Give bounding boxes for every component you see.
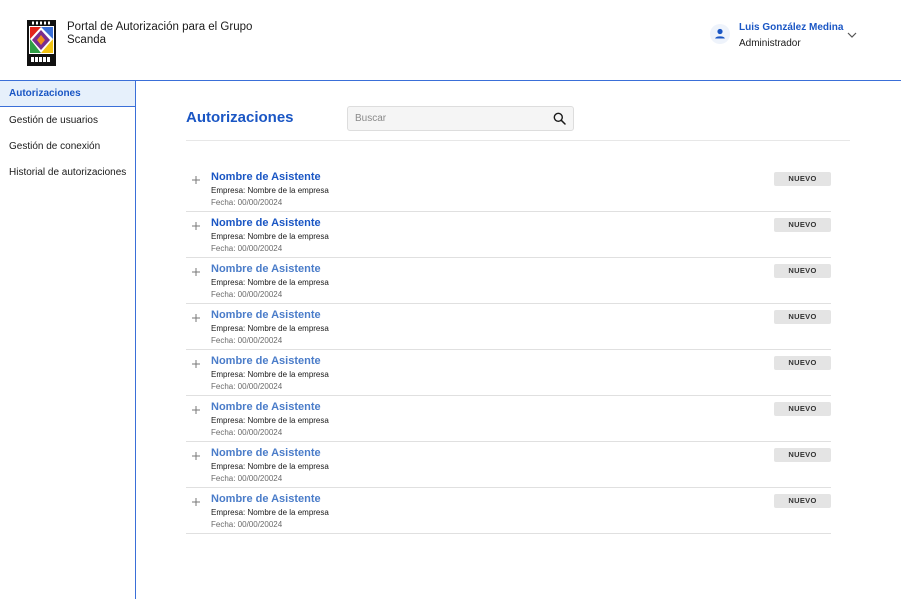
- portal-title: Portal de Autorización para el Grupo Sca…: [67, 21, 253, 46]
- user-role: Administrador: [739, 38, 801, 49]
- assistant-name[interactable]: Nombre de Asistente: [211, 263, 321, 275]
- request-date: Fecha: 00/00/20024: [211, 382, 283, 391]
- person-icon: [710, 24, 730, 44]
- status-badge: NUEVO: [774, 310, 831, 324]
- plus-icon[interactable]: [191, 313, 201, 323]
- assistant-name[interactable]: Nombre de Asistente: [211, 493, 321, 505]
- list-item: Nombre de Asistente Empresa: Nombre de l…: [186, 258, 831, 304]
- request-date: Fecha: 00/00/20024: [211, 428, 283, 437]
- company-name: Empresa: Nombre de la empresa: [211, 370, 329, 379]
- assistant-name[interactable]: Nombre de Asistente: [211, 401, 321, 413]
- status-badge: NUEVO: [774, 494, 831, 508]
- list-item: Nombre de Asistente Empresa: Nombre de l…: [186, 396, 831, 442]
- company-name: Empresa: Nombre de la empresa: [211, 324, 329, 333]
- status-badge: NUEVO: [774, 172, 831, 186]
- status-badge: NUEVO: [774, 448, 831, 462]
- search-input[interactable]: [355, 107, 545, 130]
- request-date: Fecha: 00/00/20024: [211, 290, 283, 299]
- assistant-name[interactable]: Nombre de Asistente: [211, 447, 321, 459]
- company-name: Empresa: Nombre de la empresa: [211, 508, 329, 517]
- plus-icon[interactable]: [191, 175, 201, 185]
- company-name: Empresa: Nombre de la empresa: [211, 278, 329, 287]
- sidebar-nav: Autorizaciones Gestión de usuarios Gesti…: [0, 81, 136, 599]
- page-title: Autorizaciones: [186, 109, 294, 126]
- plus-icon[interactable]: [191, 267, 201, 277]
- sidebar-item-historial[interactable]: Historial de autorizaciones: [0, 160, 135, 186]
- search-box: [347, 106, 574, 131]
- company-name: Empresa: Nombre de la empresa: [211, 462, 329, 471]
- assistant-name[interactable]: Nombre de Asistente: [211, 355, 321, 367]
- company-name: Empresa: Nombre de la empresa: [211, 232, 329, 241]
- assistant-name[interactable]: Nombre de Asistente: [211, 217, 321, 229]
- assistant-name[interactable]: Nombre de Asistente: [211, 309, 321, 321]
- authorization-list: Nombre de Asistente Empresa: Nombre de l…: [186, 166, 831, 534]
- assistant-name[interactable]: Nombre de Asistente: [211, 171, 321, 183]
- sidebar-item-gestion-conexion[interactable]: Gestión de conexión: [0, 134, 135, 160]
- request-date: Fecha: 00/00/20024: [211, 474, 283, 483]
- status-badge: NUEVO: [774, 264, 831, 278]
- status-badge: NUEVO: [774, 402, 831, 416]
- list-item: Nombre de Asistente Empresa: Nombre de l…: [186, 442, 831, 488]
- request-date: Fecha: 00/00/20024: [211, 244, 283, 253]
- sidebar-item-autorizaciones[interactable]: Autorizaciones: [0, 81, 135, 107]
- plus-icon[interactable]: [191, 451, 201, 461]
- user-name: Luis González Medina: [739, 22, 844, 33]
- chevron-down-icon[interactable]: [846, 29, 858, 41]
- app-header: Portal de Autorización para el Grupo Sca…: [0, 0, 901, 81]
- status-badge: NUEVO: [774, 356, 831, 370]
- plus-icon[interactable]: [191, 221, 201, 231]
- plus-icon[interactable]: [191, 497, 201, 507]
- sidebar-item-gestion-usuarios[interactable]: Gestión de usuarios: [0, 108, 135, 134]
- list-item: Nombre de Asistente Empresa: Nombre de l…: [186, 350, 831, 396]
- list-item: Nombre de Asistente Empresa: Nombre de l…: [186, 166, 831, 212]
- status-badge: NUEVO: [774, 218, 831, 232]
- plus-icon[interactable]: [191, 405, 201, 415]
- request-date: Fecha: 00/00/20024: [211, 198, 283, 207]
- list-item: Nombre de Asistente Empresa: Nombre de l…: [186, 488, 831, 534]
- request-date: Fecha: 00/00/20024: [211, 520, 283, 529]
- company-name: Empresa: Nombre de la empresa: [211, 186, 329, 195]
- list-item: Nombre de Asistente Empresa: Nombre de l…: [186, 212, 831, 258]
- request-date: Fecha: 00/00/20024: [211, 336, 283, 345]
- header-divider: [186, 140, 850, 141]
- grupo-scanda-logo: [27, 20, 56, 66]
- search-icon[interactable]: [553, 112, 566, 125]
- company-name: Empresa: Nombre de la empresa: [211, 416, 329, 425]
- list-item: Nombre de Asistente Empresa: Nombre de l…: [186, 304, 831, 350]
- plus-icon[interactable]: [191, 359, 201, 369]
